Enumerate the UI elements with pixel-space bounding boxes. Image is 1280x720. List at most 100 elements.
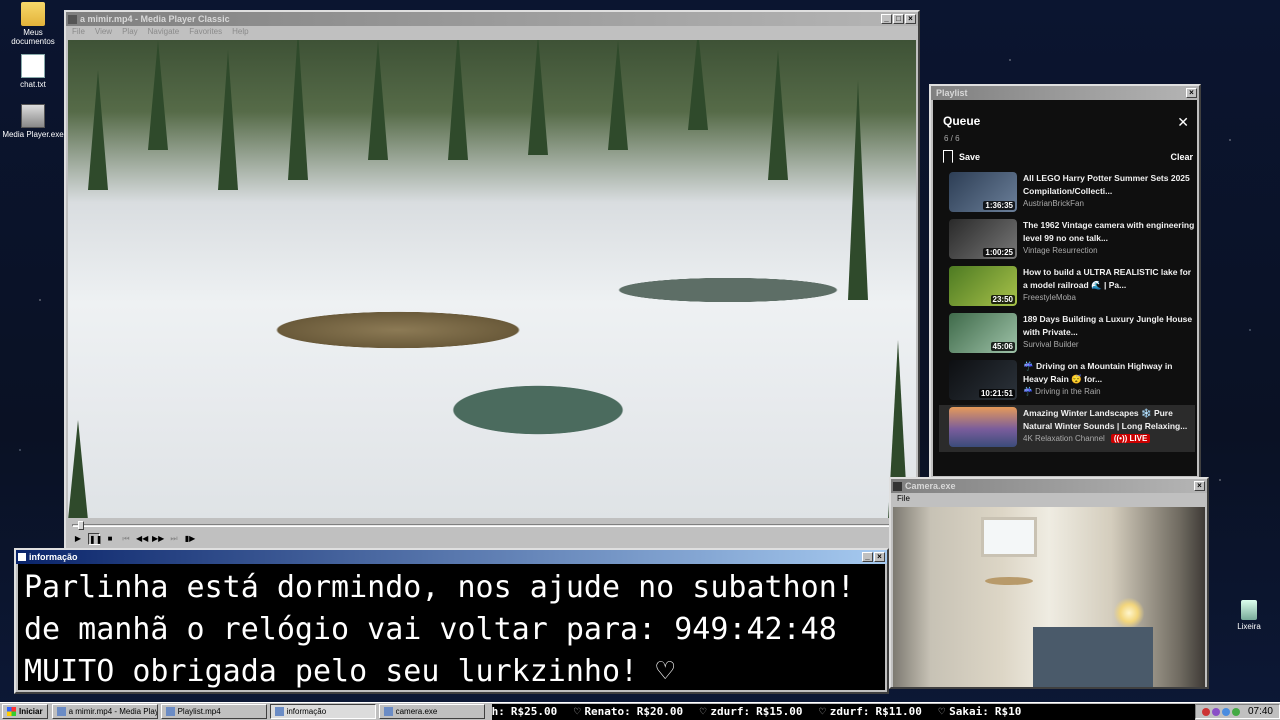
taskbar-item-media-player[interactable]: a mimir.mp4 - Media Playe... xyxy=(51,704,158,719)
video-thumbnail: 45:06 xyxy=(949,313,1017,353)
playback-controls: ▶ ❚❚ ■ ⏮ ◀◀ ▶▶ ⏭ ▮▶ 🔈 xyxy=(68,532,916,546)
clock[interactable]: 07:40 xyxy=(1248,706,1273,717)
menu-file[interactable]: File xyxy=(897,494,910,504)
window-title: a mimir.mp4 - Media Player Classic xyxy=(80,14,230,24)
start-button[interactable]: Iniciar xyxy=(2,704,48,719)
queue-item[interactable]: 1:36:35 All LEGO Harry Potter Summer Set… xyxy=(939,170,1195,217)
seek-thumb[interactable] xyxy=(78,521,85,530)
video-frame[interactable] xyxy=(68,40,916,518)
bookmark-icon xyxy=(943,150,953,163)
heart-icon: ♡ xyxy=(938,704,946,718)
channel-name: 4K Relaxation Channel xyxy=(1023,434,1105,443)
queue-item-current[interactable]: Amazing Winter Landscapes ❄️ Pure Natura… xyxy=(939,405,1195,452)
desktop-icon-recycle-bin[interactable]: Lixeira xyxy=(1236,600,1262,631)
close-button[interactable]: × xyxy=(1194,481,1205,491)
info-line: Parlinha está dormindo, nos ajude no sub… xyxy=(24,570,855,605)
window-title: Playlist xyxy=(936,88,968,98)
clear-button[interactable]: Clear xyxy=(1170,152,1193,162)
camera-titlebar[interactable]: Camera.exe × xyxy=(891,479,1207,493)
menu-view[interactable]: View xyxy=(95,27,112,37)
media-player-titlebar[interactable]: a mimir.mp4 - Media Player Classic _ □ × xyxy=(66,12,918,26)
info-icon xyxy=(274,707,284,716)
close-button[interactable]: × xyxy=(874,552,885,562)
maximize-button[interactable]: □ xyxy=(893,14,904,24)
heart-icon: ♡ xyxy=(699,704,707,718)
media-player-menubar: File View Play Navigate Favorites Help xyxy=(66,26,918,38)
desktop-icon-label: Meus documentos xyxy=(11,28,55,46)
webcam-feed xyxy=(893,507,1205,687)
ticker-item: ♡ Sakai: R$10 xyxy=(938,704,1022,718)
info-titlebar[interactable]: informação _ × xyxy=(16,550,887,564)
close-button[interactable]: × xyxy=(905,14,916,24)
recycle-bin-icon xyxy=(1241,600,1257,620)
save-label: Save xyxy=(959,151,981,162)
media-player-window[interactable]: a mimir.mp4 - Media Player Classic _ □ ×… xyxy=(64,10,920,550)
seek-bar[interactable] xyxy=(68,520,916,530)
rewind-icon[interactable]: ◀◀ xyxy=(136,533,148,545)
fast-forward-icon[interactable]: ▶▶ xyxy=(152,533,164,545)
taskbar: Iniciar a mimir.mp4 - Media Playe... Pla… xyxy=(0,702,1280,720)
desktop-icon-chat[interactable]: chat.txt xyxy=(2,54,64,89)
camera-window[interactable]: Camera.exe × File xyxy=(889,477,1209,689)
menu-play[interactable]: Play xyxy=(122,27,138,37)
channel-name: ☔ Driving in the Rain xyxy=(1023,387,1101,396)
queue-item[interactable]: 45:06 189 Days Building a Luxury Jungle … xyxy=(939,311,1195,358)
folder-icon xyxy=(21,2,45,26)
video-scene xyxy=(68,40,916,518)
taskbar-item-playlist[interactable]: Playlist.mp4 xyxy=(160,704,267,719)
desktop-icon-label: chat.txt xyxy=(20,80,46,89)
menu-help[interactable]: Help xyxy=(232,27,248,37)
minimize-button[interactable]: _ xyxy=(862,552,873,562)
menu-file[interactable]: File xyxy=(72,27,85,37)
close-button[interactable]: × xyxy=(1186,88,1197,98)
taskbar-item-camera[interactable]: camera.exe xyxy=(378,704,485,719)
menu-navigate[interactable]: Navigate xyxy=(148,27,180,37)
room-table xyxy=(985,577,1033,585)
text-file-icon xyxy=(21,54,45,78)
media-player-icon xyxy=(56,707,66,716)
video-thumbnail: 1:36:35 xyxy=(949,172,1017,212)
tray-icon[interactable] xyxy=(1231,707,1240,716)
window-title: Camera.exe xyxy=(905,481,956,491)
app-menu-icon[interactable] xyxy=(68,14,77,24)
heart-icon: ♡ xyxy=(573,704,581,718)
next-icon[interactable]: ⏭ xyxy=(168,533,180,545)
queue-item[interactable]: 10:21:51 ☔ Driving on a Mountain Highway… xyxy=(939,358,1195,405)
close-queue-icon[interactable]: ✕ xyxy=(1177,114,1189,131)
donation-ticker: h: R$25.00 ♡ Renato: R$20.00 ♡ zdurf: R$15.00… xyxy=(491,703,1195,720)
save-button[interactable]: Save xyxy=(943,150,980,163)
tray-icon[interactable] xyxy=(1211,707,1220,716)
play-icon[interactable]: ▶ xyxy=(72,533,84,545)
desktop-icon-label: Media Player.exe xyxy=(2,130,64,139)
playlist-titlebar[interactable]: Playlist × xyxy=(931,86,1199,100)
tray-icon[interactable] xyxy=(1221,707,1230,716)
playlist-window[interactable]: Playlist × Queue 6 / 6 ✕ Save Clear 1:36… xyxy=(929,84,1201,480)
pause-icon[interactable]: ❚❚ xyxy=(88,533,102,545)
info-window[interactable]: informação _ × Parlinha está dormindo, n… xyxy=(14,548,889,694)
video-duration: 45:06 xyxy=(990,342,1015,351)
video-title: All LEGO Harry Potter Summer Sets 2025 C… xyxy=(1023,173,1190,196)
queue-item[interactable]: 23:50 How to build a ULTRA REALISTIC lak… xyxy=(939,264,1195,311)
taskbar-item-info[interactable]: informação xyxy=(269,704,376,719)
menu-favorites[interactable]: Favorites xyxy=(189,27,222,37)
camera-app-icon xyxy=(893,481,902,491)
video-duration: 23:50 xyxy=(990,295,1015,304)
queue-item[interactable]: 1:00:25 The 1962 Vintage camera with eng… xyxy=(939,217,1195,264)
video-thumbnail: 1:00:25 xyxy=(949,219,1017,259)
video-title: 189 Days Building a Luxury Jungle House … xyxy=(1023,314,1193,337)
queue-title: Queue xyxy=(943,114,981,128)
video-title: ☔ Driving on a Mountain Highway in Heavy… xyxy=(1023,361,1173,384)
previous-icon[interactable]: ⏮ xyxy=(120,533,132,545)
tray-icon[interactable] xyxy=(1201,707,1210,716)
desktop-icon-documents[interactable]: Meus documentos xyxy=(2,2,64,46)
queue-list: 1:36:35 All LEGO Harry Potter Summer Set… xyxy=(939,170,1195,452)
stop-icon[interactable]: ■ xyxy=(104,533,116,545)
desktop-icon-media-player[interactable]: Media Player.exe xyxy=(2,104,64,139)
frame-step-icon[interactable]: ▮▶ xyxy=(184,533,196,545)
ticker-item: h: R$25.00 xyxy=(491,704,558,718)
room-desk xyxy=(1033,627,1153,687)
minimize-button[interactable]: _ xyxy=(881,14,892,24)
seek-track[interactable] xyxy=(72,524,912,527)
info-line: MUITO obrigada pelo seu lurkzinho! ♡ xyxy=(24,654,675,689)
ticker-item: ♡ zdurf: R$11.00 xyxy=(819,704,922,718)
